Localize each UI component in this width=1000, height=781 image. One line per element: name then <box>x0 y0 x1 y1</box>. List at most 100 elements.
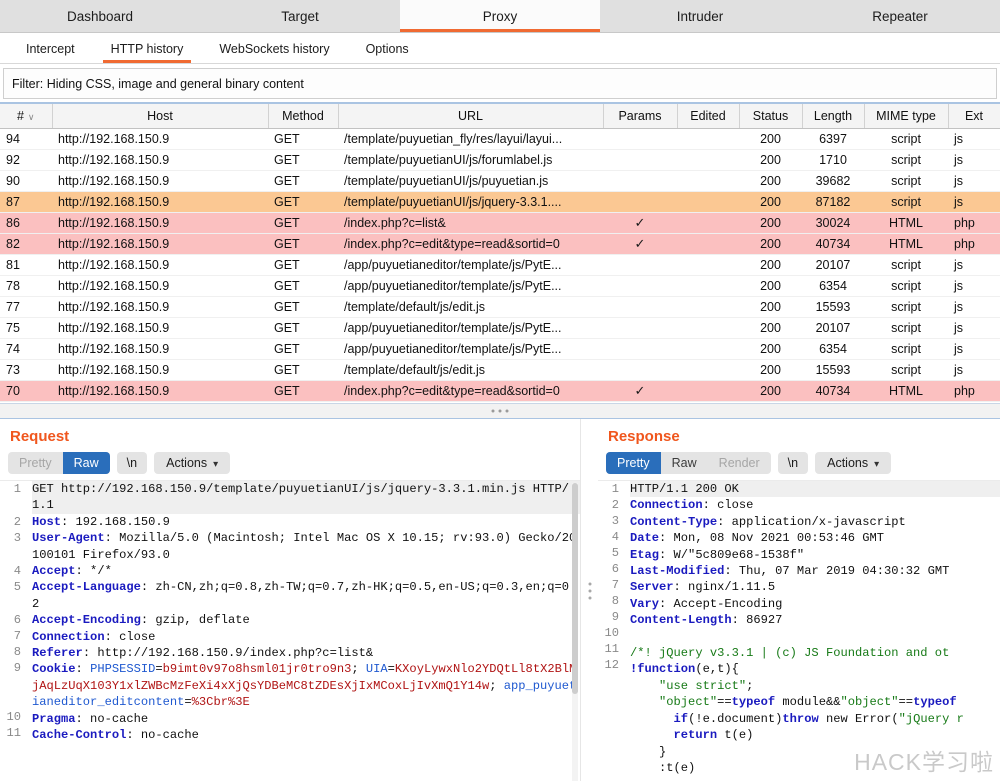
vertical-splitter[interactable] <box>580 419 598 781</box>
sub-tab-label: Intercept <box>26 42 75 56</box>
column-header-mime-type[interactable]: MIME type <box>864 104 949 129</box>
main-tab-target[interactable]: Target <box>200 0 400 32</box>
code-line: /*! jQuery v3.3.1 | (c) JS Foundation an… <box>630 645 1000 661</box>
cell-url: /template/default/js/edit.js <box>338 296 603 318</box>
filter-bar[interactable]: Filter: Hiding CSS, image and general bi… <box>3 68 997 99</box>
response-code-viewer[interactable]: 1 2 3 4 5 6 7 8 9 10 11 12 HTTP/1.1 200 OK Connectio… <box>598 480 1000 781</box>
main-tab-proxy[interactable]: Proxy <box>400 0 600 32</box>
code-line: Cookie: PHPSESSID=b9imt0v97o8hsml01jr0tr… <box>32 661 580 710</box>
table-row[interactable]: 70 http://192.168.150.9 GET/index.php?c=ed… <box>0 380 1000 402</box>
cell-url: /app/puyuetianeditor/template/js/PytE... <box>338 317 603 339</box>
main-tab-dashboard[interactable]: Dashboard <box>0 0 200 32</box>
horizontal-splitter[interactable] <box>0 403 1000 419</box>
cell-status: 200 <box>739 275 802 297</box>
line-number: 8 <box>13 645 21 659</box>
table-body: 94 http://192.168.150.9 GET/template/puyue… <box>0 128 1000 402</box>
line-number: 10 <box>6 710 21 724</box>
code-token: throw <box>782 711 819 726</box>
code-token: "jQuery r <box>898 711 964 726</box>
sub-tab-intercept[interactable]: Intercept <box>8 42 93 63</box>
table-row[interactable]: 90 http://192.168.150.9 GET/template/puyue… <box>0 170 1000 192</box>
request-newline-button[interactable]: \n <box>116 452 148 474</box>
cell-params: ✓ <box>603 212 677 234</box>
sub-tab-http-history[interactable]: HTTP history <box>93 42 202 63</box>
sort-caret-icon: ∨ <box>27 111 35 122</box>
request-code-viewer[interactable]: 1 2 3 4 5 6 7 8 9 10 11 GET http://192.168.150.9/t… <box>0 480 580 781</box>
request-view-segmented: Pretty Raw <box>8 452 110 474</box>
column-header-num[interactable]: # ∨ <box>0 104 53 129</box>
cell-num: 81 <box>0 254 52 276</box>
cell-ext: php <box>948 380 1000 402</box>
main-tab-repeater[interactable]: Repeater <box>800 0 1000 32</box>
sub-tab-options[interactable]: Options <box>348 42 427 63</box>
response-actions-button[interactable]: Actions ▾ <box>815 452 892 474</box>
column-header-host[interactable]: Host <box>52 104 269 129</box>
line-number: 7 <box>13 629 21 643</box>
column-header-length[interactable]: Length <box>802 104 865 129</box>
column-label: Method <box>282 108 324 123</box>
code-token: : 192.168.150.9 <box>61 514 170 529</box>
cell-method: GET <box>268 359 338 381</box>
table-row[interactable]: 81 http://192.168.150.9 GET/app/puyuetiane… <box>0 254 1000 276</box>
code-line: Connection: close <box>630 497 1000 513</box>
table-row[interactable]: 75 http://192.168.150.9 GET/app/puyuetiane… <box>0 317 1000 339</box>
cell-host: http://192.168.150.9 <box>52 380 268 402</box>
table-row[interactable]: 92 http://192.168.150.9 GET/template/puyue… <box>0 149 1000 171</box>
code-token: return <box>673 728 718 743</box>
column-header-url[interactable]: URL <box>338 104 604 129</box>
cell-params <box>603 359 677 381</box>
cell-mime: script <box>864 149 948 171</box>
cell-mime: script <box>864 191 948 213</box>
cell-host: http://192.168.150.9 <box>52 191 268 213</box>
request-scrollbar[interactable] <box>572 483 578 781</box>
request-raw-button[interactable]: Raw <box>62 452 110 474</box>
request-pretty-button[interactable]: Pretty <box>8 452 63 474</box>
chevron-down-icon: ▾ <box>213 459 219 470</box>
column-label: MIME type <box>876 108 936 123</box>
request-actions-button[interactable]: Actions ▾ <box>154 452 231 474</box>
cell-status: 200 <box>739 317 802 339</box>
column-header-edited[interactable]: Edited <box>677 104 740 129</box>
column-header-params[interactable]: Params <box>603 104 678 129</box>
table-row[interactable]: 94 http://192.168.150.9 GET/template/puyue… <box>0 128 1000 150</box>
sub-tab-websockets-history[interactable]: WebSockets history <box>201 42 347 63</box>
main-tab-intruder[interactable]: Intruder <box>600 0 800 32</box>
cell-url: /template/puyuetianUI/js/forumlabel.js <box>338 149 603 171</box>
table-row[interactable]: 78 http://192.168.150.9 GET/app/puyuetiane… <box>0 275 1000 297</box>
table-row[interactable]: 86 http://192.168.150.9 GET/index.php?c=li… <box>0 212 1000 234</box>
code-line: User-Agent: Mozilla/5.0 (Macintosh; Inte… <box>32 530 580 563</box>
column-header-method[interactable]: Method <box>268 104 339 129</box>
cell-host: http://192.168.150.9 <box>52 338 268 360</box>
code-token: Accept <box>32 564 76 579</box>
cell-edited <box>677 128 739 150</box>
response-raw-button[interactable]: Raw <box>661 452 708 474</box>
table-row[interactable]: 73 http://192.168.150.9 GET/template/defau… <box>0 359 1000 381</box>
cell-mime: script <box>864 275 948 297</box>
http-history-table-container[interactable]: # ∨ Host Method URL Params Edited Status … <box>0 104 1000 403</box>
line-number: 5 <box>13 580 21 594</box>
request-scrollbar-thumb[interactable] <box>572 483 578 694</box>
table-row[interactable]: 87 http://192.168.150.9 GET/template/puyue… <box>0 191 1000 213</box>
cell-params <box>603 149 677 171</box>
code-token: Date <box>630 531 660 546</box>
cell-method: GET <box>268 296 338 318</box>
code-token: typeof <box>731 695 776 710</box>
cell-url: /template/puyuetianUI/js/puyuetian.js <box>338 170 603 192</box>
response-render-button[interactable]: Render <box>708 452 771 474</box>
cell-method: GET <box>268 191 338 213</box>
response-newline-button[interactable]: \n <box>777 452 809 474</box>
cell-num: 82 <box>0 233 52 255</box>
cell-length: 87182 <box>802 191 864 213</box>
table-row[interactable]: 82 http://192.168.150.9 GET/index.php?c=ed… <box>0 233 1000 255</box>
cell-method: GET <box>268 149 338 171</box>
code-line: HTTP/1.1 200 OK <box>630 481 1000 498</box>
response-title: Response <box>608 428 680 445</box>
column-header-status[interactable]: Status <box>739 104 803 129</box>
response-view-segmented: Pretty Raw Render <box>606 452 771 474</box>
cell-host: http://192.168.150.9 <box>52 359 268 381</box>
response-pretty-button[interactable]: Pretty <box>606 452 661 474</box>
column-header-ext[interactable]: Ext <box>948 104 1000 129</box>
table-row[interactable]: 77 http://192.168.150.9 GET/template/defau… <box>0 296 1000 318</box>
table-row[interactable]: 74 http://192.168.150.9 GET/app/puyuetiane… <box>0 338 1000 360</box>
